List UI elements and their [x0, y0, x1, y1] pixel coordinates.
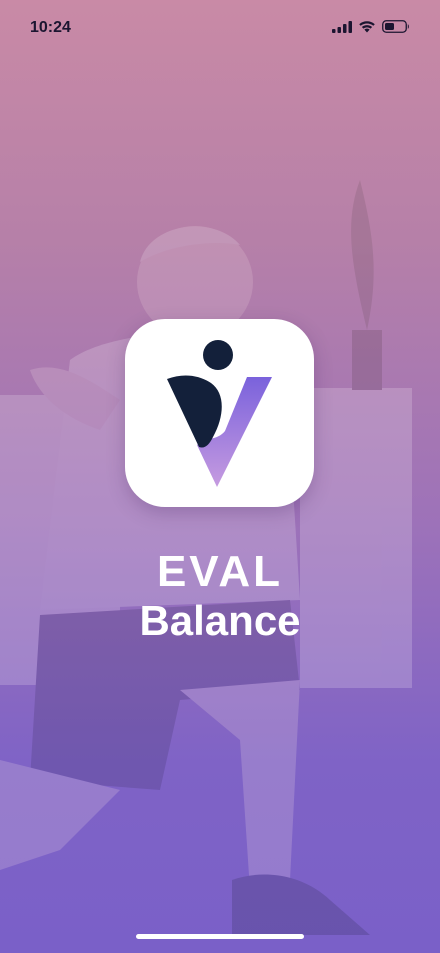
brand-name: EVAL: [156, 547, 284, 596]
splash-screen: 10:24 EVAL Balance: [0, 0, 440, 953]
wifi-icon: [359, 21, 375, 33]
battery-icon: [382, 20, 409, 33]
home-indicator[interactable]: [136, 934, 304, 939]
status-time: 10:24: [30, 19, 71, 36]
status-icons: [332, 20, 410, 33]
app-icon: [125, 319, 314, 507]
eval-logo-icon: [167, 340, 272, 487]
status-bar: 10:24: [0, 0, 440, 56]
brand-subname: Balance: [139, 597, 301, 644]
cellular-signal-icon: [332, 20, 352, 33]
